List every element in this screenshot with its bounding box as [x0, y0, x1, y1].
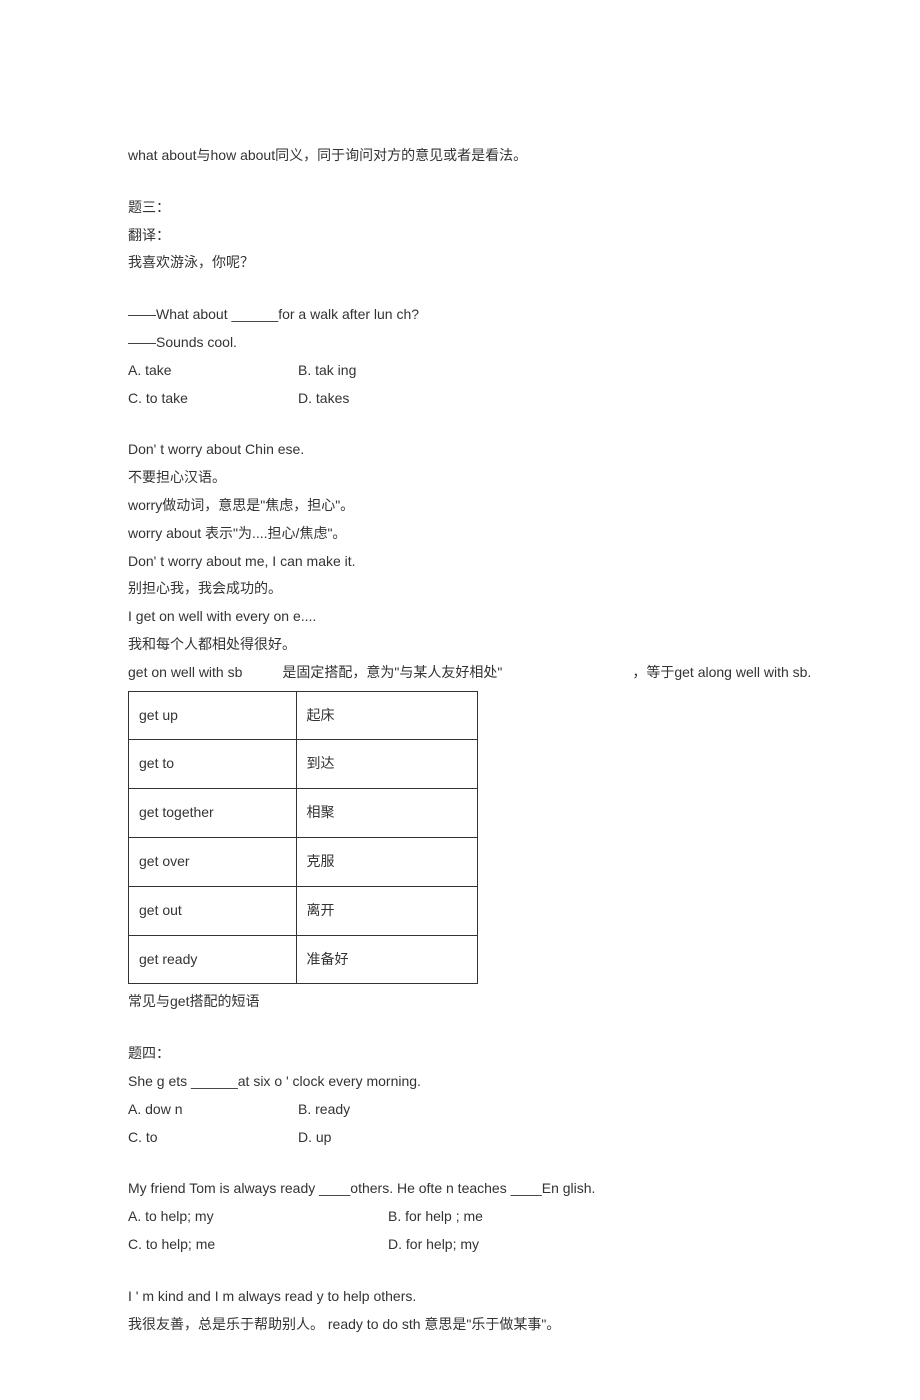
table-cell: get over — [129, 837, 297, 886]
text-line: I ' m kind and I m always read y to help… — [128, 1285, 792, 1309]
table-cell: 克服 — [296, 837, 477, 886]
table-cell: get up — [129, 691, 297, 740]
table-row: get up起床 — [129, 691, 478, 740]
text-line: 我喜欢游泳，你呢？ — [128, 251, 792, 275]
option-b: B. for help ; me — [388, 1205, 483, 1229]
text-line: She g ets ______at six o ' clock every m… — [128, 1070, 792, 1094]
text-line: ——Sounds cool. — [128, 331, 792, 355]
question-header: 题三： — [128, 196, 792, 220]
text-line: I get on well with every on e.... — [128, 605, 792, 629]
table-cell: 准备好 — [296, 935, 477, 984]
table-cell: get to — [129, 740, 297, 789]
option-c: C. to help; me — [128, 1233, 328, 1257]
table-row: get to到达 — [129, 740, 478, 789]
table-caption: 常见与get搭配的短语 — [128, 990, 792, 1014]
text-segment: ，等于get along well with sb. — [632, 661, 811, 685]
text-line: what about与how about同义，同于询问对方的意见或者是看法。 — [128, 144, 792, 168]
option-b: B. ready — [298, 1098, 350, 1122]
option-a: A. to help; my — [128, 1205, 328, 1229]
table-cell: 相聚 — [296, 789, 477, 838]
text-segment: 是固定搭配，意为"与某人友好相处" — [282, 661, 502, 685]
option-d: D. up — [298, 1126, 331, 1150]
table-row: get over克服 — [129, 837, 478, 886]
option-c: C. to take — [128, 387, 298, 411]
text-line: worry做动词，意思是"焦虑，担心"。 — [128, 494, 792, 518]
text-line: 我很友善，总是乐于帮助别人。 ready to do sth 意思是"乐于做某事… — [128, 1313, 792, 1337]
option-c: C. to — [128, 1126, 298, 1150]
table-cell: 到达 — [296, 740, 477, 789]
table-row: get ready准备好 — [129, 935, 478, 984]
text-line: My friend Tom is always ready ____others… — [128, 1177, 792, 1201]
option-a: A. take — [128, 359, 298, 383]
table-cell: 离开 — [296, 886, 477, 935]
text-segment: get on well with sb — [128, 661, 242, 685]
table-cell: get together — [129, 789, 297, 838]
table-cell: get ready — [129, 935, 297, 984]
table-row: get together相聚 — [129, 789, 478, 838]
text-line: 不要担心汉语。 — [128, 466, 792, 490]
text-line: Don' t worry about Chin ese. — [128, 438, 792, 462]
option-a: A. dow n — [128, 1098, 298, 1122]
option-d: D. for help; my — [388, 1233, 479, 1257]
option-d: D. takes — [298, 387, 349, 411]
text-line: 我和每个人都相处得很好。 — [128, 633, 792, 657]
question-header: 题四： — [128, 1042, 792, 1066]
text-line: Don' t worry about me, I can make it. — [128, 550, 792, 574]
table-row: get out离开 — [129, 886, 478, 935]
option-b: B. tak ing — [298, 359, 356, 383]
text-line: ——What about ______for a walk after lun … — [128, 303, 792, 327]
text-line: worry about 表示"为....担心/焦虑"。 — [128, 522, 792, 546]
table-cell: get out — [129, 886, 297, 935]
table-cell: 起床 — [296, 691, 477, 740]
text-line: 翻译： — [128, 224, 792, 248]
text-line: 别担心我，我会成功的。 — [128, 577, 792, 601]
phrase-table: get up起床 get to到达 get together相聚 get ove… — [128, 691, 478, 985]
